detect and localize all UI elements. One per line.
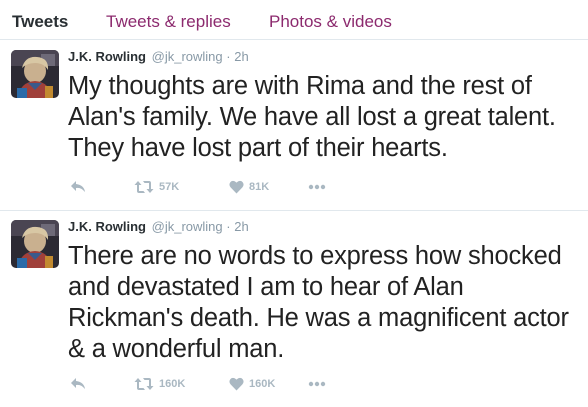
retweet-button[interactable]: 57K (134, 177, 179, 197)
like-button[interactable]: 81K (229, 177, 269, 197)
retweet-button[interactable]: 160K (134, 374, 185, 394)
profile-tabs: Tweets Tweets & replies Photos & videos (0, 0, 588, 40)
retweet-count: 160K (159, 378, 186, 390)
more-button[interactable] (308, 177, 326, 197)
tab-tweets-and-replies[interactable]: Tweets & replies (106, 12, 231, 32)
author-name[interactable]: J.K. Rowling (68, 219, 146, 234)
more-dots-icon (308, 381, 326, 387)
avatar[interactable] (11, 50, 59, 98)
tab-photos-and-videos[interactable]: Photos & videos (269, 12, 392, 32)
separator: · (226, 219, 231, 234)
reply-button[interactable] (70, 374, 86, 394)
reply-icon (70, 377, 86, 391)
author-handle[interactable]: @jk_rowling (152, 219, 223, 234)
heart-icon (229, 377, 244, 391)
tweet-text: There are no words to express how shocke… (68, 242, 569, 363)
more-button[interactable] (308, 374, 326, 394)
author-handle[interactable]: @jk_rowling (152, 49, 223, 64)
reply-button[interactable] (70, 177, 86, 197)
tweet-header: J.K. Rowling @jk_rowling · 2h (68, 49, 249, 65)
reply-icon (70, 180, 86, 194)
retweet-icon (134, 377, 154, 391)
author-name[interactable]: J.K. Rowling (68, 49, 146, 64)
tweet-time[interactable]: 2h (234, 219, 248, 234)
more-dots-icon (308, 184, 326, 190)
tweet-time[interactable]: 2h (234, 49, 248, 64)
tweet[interactable]: J.K. Rowling @jk_rowling · 2h There are … (0, 211, 588, 407)
retweet-count: 57K (159, 181, 180, 193)
separator: · (226, 49, 231, 64)
tweet-text: My thoughts are with Rima and the rest o… (68, 72, 556, 162)
like-button[interactable]: 160K (229, 374, 275, 394)
retweet-icon (134, 180, 154, 194)
avatar[interactable] (11, 220, 59, 268)
like-count: 160K (249, 378, 276, 390)
heart-icon (229, 180, 244, 194)
tab-tweets[interactable]: Tweets (12, 12, 68, 32)
tweet-header: J.K. Rowling @jk_rowling · 2h (68, 219, 249, 235)
like-count: 81K (249, 181, 270, 193)
tweet[interactable]: J.K. Rowling @jk_rowling · 2h My thought… (0, 41, 588, 211)
